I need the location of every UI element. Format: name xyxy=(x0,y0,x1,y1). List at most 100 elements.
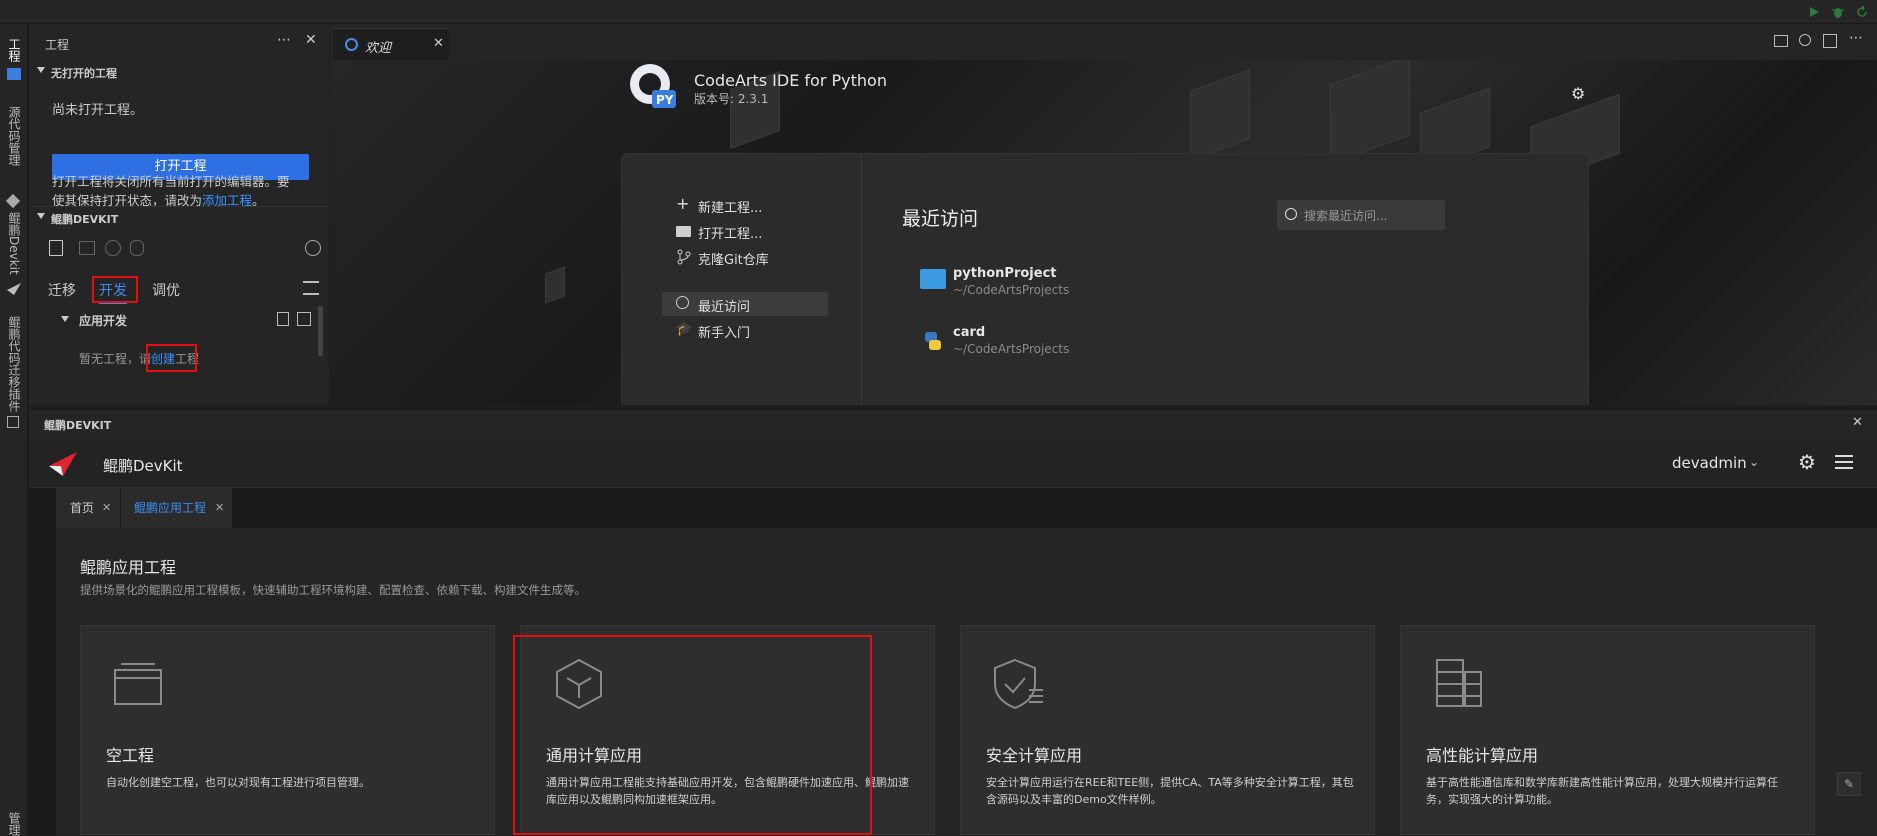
edit-icon: ✎ xyxy=(1844,777,1855,791)
tab-welcome[interactable]: 欢迎 ✕ xyxy=(333,28,449,60)
codearts-logo: PY xyxy=(626,60,678,112)
kunpeng-logo xyxy=(47,450,79,478)
devkit-icon[interactable] xyxy=(6,282,22,296)
more-icon[interactable]: ⋯ xyxy=(277,32,291,48)
open-project-note: 打开工程将关闭所有当前打开的编辑器。要 使其保持打开状态，请改为添加工程。 xyxy=(52,174,290,208)
user-menu[interactable]: devadmin xyxy=(1672,454,1747,472)
highlight-box xyxy=(92,276,138,303)
card-secure-compute[interactable]: 安全计算应用 安全计算应用运行在REE和TEE侧，提供CA、TA等多种安全计算工… xyxy=(960,625,1375,835)
editor-tabs: 欢迎 ✕ ⋯ xyxy=(330,24,1877,60)
no-project-text: 尚未打开工程。 xyxy=(52,103,144,118)
welcome-panel: + 新建工程... 打开工程... 克隆Git仓库 最近访问 🎓 新手入门 最近… xyxy=(621,153,1589,405)
folder-icon[interactable] xyxy=(7,68,21,80)
sidebar-header: 工程 ⋯ ✕ xyxy=(29,24,329,62)
history-icon xyxy=(676,296,689,309)
section-no-project[interactable]: 无打开的工程 xyxy=(29,61,329,83)
svg-text:PY: PY xyxy=(656,93,674,107)
bg-decoration xyxy=(1330,60,1410,165)
new-project-icon[interactable] xyxy=(277,312,289,326)
title-bar xyxy=(0,0,1877,24)
recent-name[interactable]: card xyxy=(953,325,985,340)
page-title: 鲲鹏应用工程 xyxy=(80,558,177,577)
run-icon[interactable] xyxy=(1806,4,1822,20)
split-editor-icon[interactable] xyxy=(1823,34,1837,48)
welcome-menu: + 新建工程... 打开工程... 克隆Git仓库 最近访问 🎓 新手入门 xyxy=(622,154,862,405)
close-icon[interactable]: ✕ xyxy=(1852,415,1863,430)
folder-icon xyxy=(676,226,691,237)
bug-icon[interactable] xyxy=(130,240,144,256)
page-description: 提供场景化的鲲鹏应用工程模板，快速辅助工程环境构建、配置检查、依赖下载、构建文件… xyxy=(80,583,586,597)
devkit-panel: 鲲鹏DevKit devadmin ⌄ ⚙ 首页 ✕ 鲲鹏应用工程 ✕ 鲲鹏应用… xyxy=(29,438,1877,835)
activity-bar: 工程 源代码管理 鲲鹏Devkit 鲲鹏代码迁移插件 管理 xyxy=(0,24,28,836)
scm-icon[interactable] xyxy=(5,193,21,209)
app-version: 版本号: 2.3.1 xyxy=(694,92,769,106)
app-name: CodeArts IDE for Python xyxy=(694,71,887,90)
section-devkit[interactable]: 鲲鹏DEVKIT xyxy=(29,206,329,228)
close-icon[interactable]: ✕ xyxy=(102,488,111,528)
tree-app-dev[interactable]: 应用开发 xyxy=(79,312,127,329)
codearts-icon xyxy=(345,38,358,51)
activity-project[interactable]: 工程 xyxy=(6,38,23,62)
card-hpc[interactable]: 高性能计算应用 基于高性能通信库和数学库新建高性能计算应用，处理大规模并行运算任… xyxy=(1400,625,1815,835)
tab-home[interactable]: 首页 ✕ xyxy=(56,488,120,528)
bg-decoration xyxy=(545,266,565,304)
shield-check-icon xyxy=(991,656,1047,712)
close-icon[interactable]: ✕ xyxy=(305,32,317,48)
tab-tune[interactable]: 调优 xyxy=(152,280,180,300)
play-circle-icon[interactable] xyxy=(105,240,121,256)
debug-icon[interactable] xyxy=(1830,4,1846,20)
recent-path: ~/CodeArtsProjects xyxy=(953,342,1070,356)
list-icon[interactable] xyxy=(303,281,319,295)
menu-icon[interactable] xyxy=(1835,455,1853,469)
devkit-content: 鲲鹏应用工程 提供场景化的鲲鹏应用工程模板，快速辅助工程环境构建、配置检查、依赖… xyxy=(56,528,1877,835)
new-file-icon[interactable] xyxy=(49,240,63,256)
tab-kunpeng-project[interactable]: 鲲鹏应用工程 ✕ xyxy=(120,488,232,528)
highlight-box xyxy=(513,635,872,835)
server-icon xyxy=(1431,656,1487,712)
explorer-sidebar: 工程 ⋯ ✕ 无打开的工程 尚未打开工程。 打开工程 打开工程将关闭所有当前打开… xyxy=(29,24,329,405)
folder-icon xyxy=(920,269,946,289)
close-icon[interactable]: ✕ xyxy=(433,36,444,51)
close-icon[interactable]: ✕ xyxy=(215,488,224,528)
gear-icon[interactable]: ⚙ xyxy=(1798,450,1816,474)
card-empty-project[interactable]: 空工程 自动化创建空工程，也可以对现有工程进行项目管理。 xyxy=(80,625,495,835)
brand-name: 鲲鹏DevKit xyxy=(103,457,183,475)
chevron-down-icon[interactable] xyxy=(61,316,69,322)
settings-icon[interactable]: ⚙ xyxy=(1571,84,1585,103)
import-project-icon[interactable] xyxy=(297,312,311,326)
panel-header: 鲲鹏DEVKIT ✕ xyxy=(29,410,1877,438)
tab-migrate[interactable]: 迁移 xyxy=(48,280,76,300)
recent-name[interactable]: pythonProject xyxy=(953,266,1057,281)
recent-title: 最近访问 xyxy=(902,208,979,230)
window-icon xyxy=(111,656,167,712)
activity-devkit[interactable]: 鲲鹏Devkit xyxy=(6,212,23,275)
sidebar-title: 工程 xyxy=(45,38,70,52)
edit-float-button[interactable]: ✎ xyxy=(1837,772,1861,796)
more-icon[interactable]: ⋯ xyxy=(1849,30,1863,46)
activity-migrate[interactable]: 鲲鹏代码迁移插件 xyxy=(6,316,23,412)
python-icon xyxy=(922,330,944,352)
bg-decoration xyxy=(1190,69,1250,161)
recent-path: ~/CodeArtsProjects xyxy=(953,283,1070,297)
highlight-box xyxy=(146,344,197,372)
calendar-icon[interactable] xyxy=(79,241,95,255)
scrollbar[interactable] xyxy=(318,306,323,356)
git-branch-icon xyxy=(676,249,692,265)
search-icon[interactable] xyxy=(1799,34,1811,46)
plus-icon: + xyxy=(676,194,690,213)
chevron-down-icon xyxy=(37,213,45,219)
welcome-page: PY CodeArts IDE for Python 版本号: 2.3.1 ⚙ … xyxy=(330,60,1877,405)
preview-icon[interactable] xyxy=(1774,35,1788,47)
chevron-down-icon xyxy=(37,67,45,73)
restart-icon[interactable] xyxy=(1854,4,1870,20)
activity-manage[interactable]: 管理 xyxy=(6,812,23,836)
chevron-down-icon[interactable]: ⌄ xyxy=(1749,455,1759,469)
search-recent-input[interactable]: 搜索最近访问... xyxy=(1277,200,1445,230)
graduation-cap-icon: 🎓 xyxy=(676,322,693,337)
migrate-icon[interactable] xyxy=(7,416,19,428)
devkit-tabs: 首页 ✕ 鲲鹏应用工程 ✕ xyxy=(56,488,1877,528)
activity-scm[interactable]: 源代码管理 xyxy=(6,106,23,166)
devkit-header: 鲲鹏DevKit devadmin ⌄ ⚙ xyxy=(29,438,1877,488)
search-icon xyxy=(1285,208,1297,220)
account-icon[interactable] xyxy=(305,240,321,256)
